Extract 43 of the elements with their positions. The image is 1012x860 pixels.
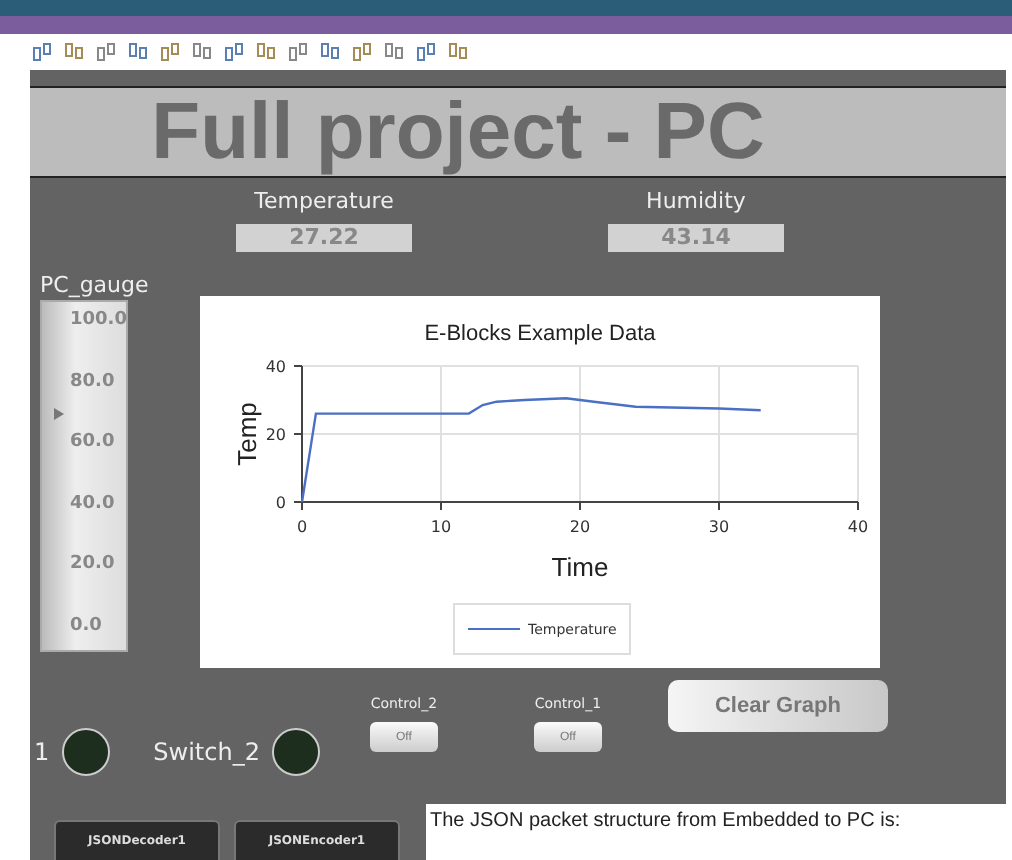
y-axis-label: Temp	[232, 402, 262, 466]
layout-tool-icon[interactable]	[448, 42, 468, 62]
chart-title: E-Blocks Example Data	[424, 322, 656, 346]
axis-tick-label: 0	[296, 518, 308, 536]
axis-tick-label: 30	[708, 518, 730, 536]
readout-value: 27.22	[236, 224, 412, 252]
layout-tool-icon[interactable]	[288, 42, 308, 62]
axis-tick-label: 10	[430, 518, 452, 536]
layout-tool-icon[interactable]	[192, 42, 212, 62]
axis-tick-label: 0	[275, 494, 286, 512]
axis-tick-label: 40	[265, 358, 286, 376]
axis-tick-label: 20	[265, 426, 286, 444]
gauge-tick-label: 80.0	[70, 371, 115, 392]
x-axis-label: Time	[551, 552, 609, 582]
gauge-tick-label: 60.0	[70, 432, 115, 453]
layout-tool-icon[interactable]	[320, 42, 340, 62]
switch-label: 1	[34, 738, 50, 766]
layout-tool-icon[interactable]	[128, 42, 148, 62]
gauge-label: PC_gauge	[40, 272, 151, 298]
layout-tool-icon[interactable]	[384, 42, 404, 62]
layout-tool-icon[interactable]	[96, 42, 116, 62]
gauge-tick-label: 0.0	[70, 616, 102, 636]
axis-tick-label: 20	[569, 518, 591, 536]
gauge-tick-label: 40.0	[70, 493, 115, 514]
description-text: The JSON packet structure from Embedded to PC is:	[430, 808, 901, 832]
readout-value: 43.14	[608, 224, 784, 252]
layout-tool-icon[interactable]	[416, 42, 436, 62]
layout-tool-icon[interactable]	[64, 42, 84, 62]
project-title: Full project - PC	[151, 87, 765, 177]
layout-tool-icon[interactable]	[32, 42, 52, 62]
switch-label: Switch_2	[153, 738, 260, 766]
layout-tool-icon[interactable]	[224, 42, 244, 62]
gauge-pointer	[54, 408, 64, 420]
layout-tool-icon[interactable]	[160, 42, 180, 62]
layout-tool-icon[interactable]	[256, 42, 276, 62]
layout-tool-icon[interactable]	[352, 42, 372, 62]
gauge-tick-label: 20.0	[70, 554, 115, 575]
readout-label: Humidity	[646, 188, 746, 214]
clear-graph-button[interactable]: Clear Graph	[667, 680, 888, 732]
readout-label: Temperature	[254, 188, 394, 214]
gauge-tick-label: 100.0	[70, 310, 127, 330]
y-axis	[293, 365, 303, 503]
axis-tick-label: 40	[847, 518, 869, 536]
